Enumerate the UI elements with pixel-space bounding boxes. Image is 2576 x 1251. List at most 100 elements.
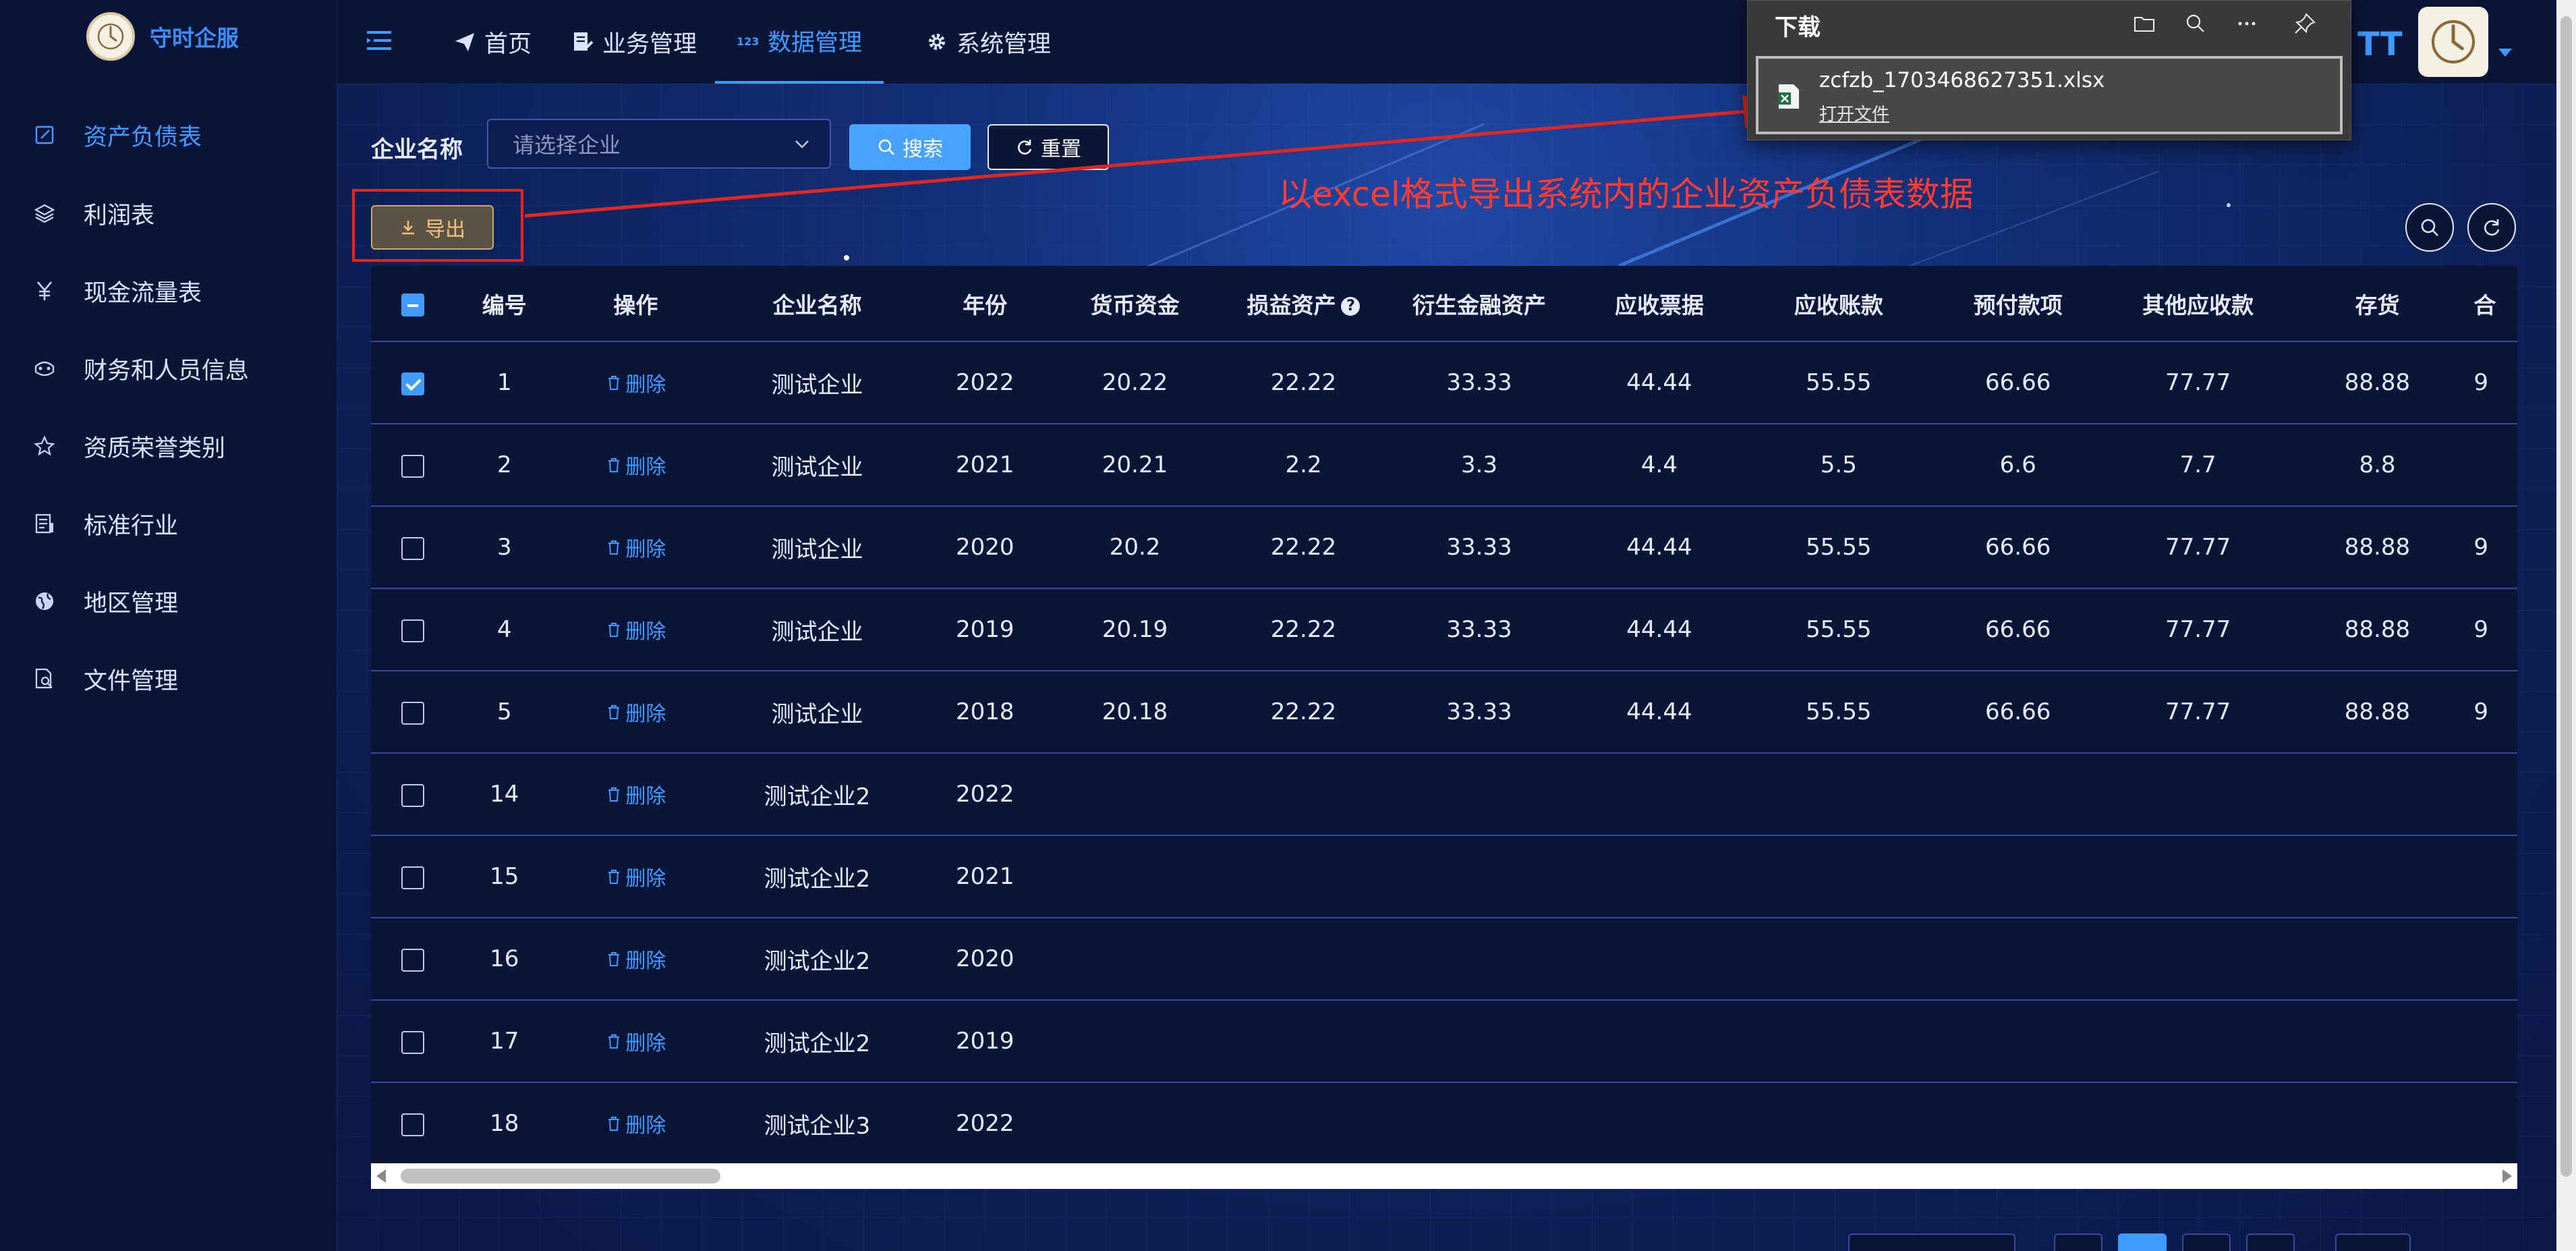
- more-options-icon[interactable]: [2232, 9, 2262, 38]
- pin-icon[interactable]: [2290, 9, 2320, 38]
- help-icon[interactable]: ?: [1341, 297, 1361, 316]
- row-checkbox[interactable]: [401, 1113, 424, 1136]
- scroll-right-icon[interactable]: [2502, 1169, 2512, 1183]
- column-header[interactable]: 损益资产?: [1217, 266, 1390, 342]
- row-actions-cell: 删除: [554, 341, 717, 424]
- app-logo[interactable]: 守时企服: [86, 12, 239, 61]
- column-header[interactable]: 合: [2467, 266, 2517, 342]
- horizontal-scrollbar[interactable]: [371, 1163, 2517, 1189]
- cell-notes_recv: 44.44: [1568, 588, 1750, 671]
- download-panel-title: 下载: [1775, 14, 1821, 41]
- column-header[interactable]: 年份: [917, 266, 1053, 342]
- trash-icon: [608, 458, 620, 472]
- company-select[interactable]: 请选择企业: [487, 119, 831, 169]
- delete-button[interactable]: 删除: [605, 1026, 666, 1056]
- cell-other_recv: 77.77: [2108, 506, 2288, 589]
- row-select-cell: [371, 1000, 455, 1083]
- chevron-down-icon[interactable]: [2498, 49, 2512, 57]
- scroll-left-icon[interactable]: [376, 1169, 386, 1183]
- column-header[interactable]: 其他应收款: [2108, 266, 2288, 342]
- user-avatar[interactable]: [2418, 7, 2488, 77]
- column-header[interactable]: 衍生金融资产: [1390, 266, 1569, 342]
- column-header[interactable]: 编号: [454, 266, 555, 342]
- row-checkbox[interactable]: [401, 866, 424, 889]
- delete-button[interactable]: 删除: [605, 450, 666, 480]
- delete-button[interactable]: 删除: [605, 779, 666, 809]
- table-row[interactable]: 5 删除 测试企业 2018 20.18 22.22 33.33 44.44 55.55 66.6…: [371, 671, 2517, 754]
- delete-button[interactable]: 删除: [605, 697, 666, 727]
- nav-tab-0[interactable]: 首页: [445, 0, 540, 84]
- nav-tab-1[interactable]: 业务管理: [567, 0, 702, 84]
- page-number[interactable]: [2182, 1233, 2231, 1251]
- row-checkbox[interactable]: [401, 948, 424, 972]
- delete-button[interactable]: 删除: [605, 1109, 666, 1138]
- menu-toggle-icon[interactable]: [364, 26, 394, 55]
- table-row[interactable]: 2 删除 测试企业 2021 20.21 2.2 3.3 4.4 5.5 6.6 7.7 8.8: [371, 424, 2517, 507]
- nav-tab-2[interactable]: 123 数据管理: [715, 0, 884, 84]
- column-header[interactable]: 操作: [554, 266, 717, 342]
- open-file-link[interactable]: 打开文件: [1819, 101, 1889, 126]
- toggle-search-button[interactable]: [2405, 203, 2454, 252]
- delete-label: 删除: [625, 949, 666, 973]
- row-checkbox[interactable]: [401, 783, 424, 807]
- select-all-checkbox[interactable]: [401, 293, 424, 316]
- reset-button[interactable]: 重置: [988, 124, 1109, 170]
- prev-page-button[interactable]: [2054, 1233, 2102, 1251]
- sidebar-item-3[interactable]: 财务和人员信息: [0, 336, 337, 401]
- table-row[interactable]: 4 删除 测试企业 2019 20.19 22.22 33.33 44.44 55.55 66.6…: [371, 588, 2517, 671]
- column-header[interactable]: 应收账款: [1749, 266, 1928, 342]
- page-size-select[interactable]: [1848, 1233, 2015, 1251]
- cell-derivatives: 3.3: [1390, 424, 1569, 507]
- refresh-table-button[interactable]: [2467, 203, 2516, 252]
- row-checkbox[interactable]: [401, 536, 424, 560]
- row-checkbox[interactable]: [401, 454, 424, 478]
- column-header[interactable]: 应收票据: [1568, 266, 1750, 342]
- delete-button[interactable]: 删除: [605, 368, 666, 397]
- table-row[interactable]: 15 删除 测试企业2 2021: [371, 835, 2517, 918]
- scrollbar-thumb[interactable]: [2560, 16, 2572, 1177]
- page-jump-input[interactable]: [2335, 1233, 2411, 1251]
- cell-pl_assets: [1217, 835, 1390, 918]
- delete-button[interactable]: 删除: [605, 944, 666, 974]
- sidebar-item-1[interactable]: 利润表: [0, 181, 337, 246]
- table-row[interactable]: 18 删除 测试企业3 2022: [371, 1082, 2517, 1163]
- delete-button[interactable]: 删除: [605, 862, 666, 891]
- scrollbar-thumb[interactable]: [401, 1169, 720, 1184]
- search-icon[interactable]: [2181, 9, 2210, 38]
- table-row[interactable]: 17 删除 测试企业2 2019: [371, 1000, 2517, 1083]
- cell-company: 测试企业2: [716, 753, 918, 836]
- table-row[interactable]: 3 删除 测试企业 2020 20.2 22.22 33.33 44.44 55.55 66.66…: [371, 506, 2517, 589]
- column-header[interactable]: 存货: [2287, 266, 2467, 342]
- sidebar-item-0[interactable]: 资产负债表: [0, 103, 337, 167]
- cell-company: 测试企业2: [716, 918, 918, 1001]
- export-button[interactable]: 导出: [371, 205, 494, 250]
- column-header[interactable]: 企业名称: [716, 266, 918, 342]
- search-button[interactable]: 搜索: [849, 124, 971, 170]
- row-checkbox[interactable]: [401, 701, 424, 725]
- cell-next: 9: [2467, 588, 2517, 671]
- folder-icon[interactable]: [2129, 9, 2159, 38]
- sidebar-item-4[interactable]: 资质荣誉类别: [0, 414, 337, 478]
- table-row[interactable]: 14 删除 测试企业2 2022: [371, 753, 2517, 836]
- page-number[interactable]: [2246, 1233, 2295, 1251]
- row-checkbox[interactable]: [401, 1030, 424, 1054]
- delete-button[interactable]: 删除: [605, 532, 666, 562]
- row-checkbox[interactable]: [401, 372, 424, 395]
- table-row[interactable]: 16 删除 测试企业2 2020: [371, 918, 2517, 1001]
- sidebar-item-5[interactable]: 标准行业: [0, 491, 337, 556]
- sidebar-item-6[interactable]: 地区管理: [0, 569, 337, 634]
- download-item[interactable]: zcfzb_1703468627351.xlsx 打开文件: [1756, 56, 2343, 134]
- page-number-current[interactable]: [2118, 1233, 2167, 1251]
- nav-tab-3[interactable]: 系统管理: [917, 0, 1059, 84]
- svg-text:123: 123: [737, 35, 759, 48]
- row-checkbox[interactable]: [401, 619, 424, 642]
- window-scrollbar[interactable]: [2556, 0, 2576, 1251]
- column-header[interactable]: 货币资金: [1052, 266, 1218, 342]
- sidebar-item-7[interactable]: 文件管理: [0, 646, 337, 711]
- column-header-label: 年份: [963, 291, 1008, 318]
- table-row[interactable]: 1 删除 测试企业 2022 20.22 22.22 33.33 44.44 55.55 66.6…: [371, 341, 2517, 424]
- column-header[interactable]: 预付款项: [1927, 266, 2109, 342]
- sidebar-item-2[interactable]: 现金流量表: [0, 258, 337, 323]
- font-size-icon[interactable]: TT: [2357, 26, 2403, 63]
- delete-button[interactable]: 删除: [605, 615, 666, 644]
